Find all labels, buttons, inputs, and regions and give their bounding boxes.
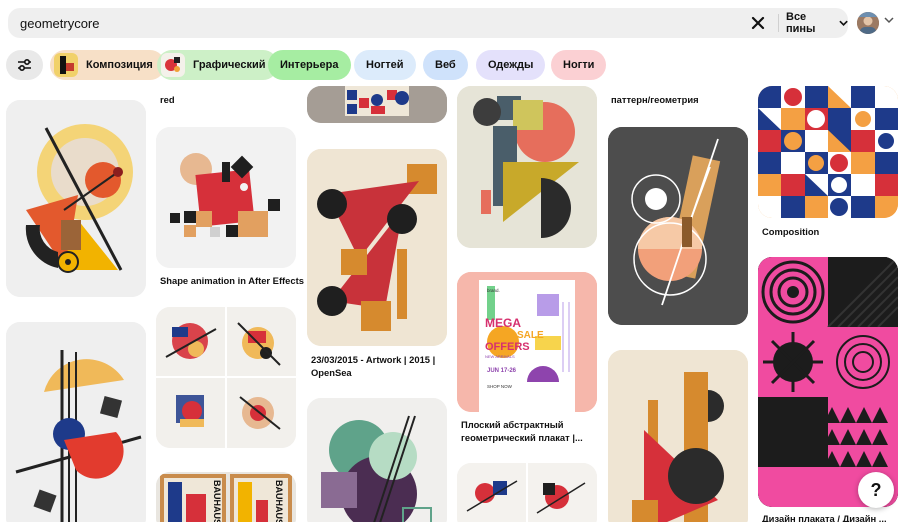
pin-card[interactable] bbox=[758, 86, 898, 218]
poster-sub: NEW ARRIVALS bbox=[485, 354, 515, 359]
filter-settings-button[interactable] bbox=[6, 50, 43, 80]
pin-image bbox=[6, 100, 146, 297]
chip-nails[interactable]: Ногтей bbox=[354, 50, 416, 80]
poster-line1: MEGA bbox=[485, 316, 521, 330]
chip-thumbnail bbox=[161, 53, 185, 77]
pin-card[interactable] bbox=[156, 307, 296, 448]
pin-image bbox=[307, 149, 447, 346]
pin-image bbox=[307, 398, 447, 522]
chip-thumbnail bbox=[54, 53, 78, 77]
search-bar[interactable]: Все пины bbox=[8, 8, 848, 38]
pin-image bbox=[307, 86, 447, 123]
search-input[interactable] bbox=[8, 8, 738, 38]
bauhaus-text: BAUHAUS bbox=[212, 480, 222, 522]
poster-shop: SHOP NOW bbox=[487, 384, 513, 389]
chip-nails-2[interactable]: Ногти bbox=[551, 50, 607, 80]
pin-card[interactable] bbox=[6, 100, 146, 297]
chevron-down-icon bbox=[839, 20, 848, 26]
chip-label: Графический bbox=[193, 59, 266, 71]
chip-label: Композиция bbox=[86, 59, 153, 71]
pin-card[interactable] bbox=[307, 398, 447, 522]
avatar[interactable] bbox=[857, 12, 879, 34]
pin-image: brand. MEGA SALE OFFERS NEW ARRIVALS JUN… bbox=[457, 272, 597, 412]
pin-image bbox=[608, 127, 748, 325]
help-label: ? bbox=[870, 479, 882, 500]
chip-label: Ногти bbox=[563, 59, 595, 71]
pin-card[interactable] bbox=[156, 127, 296, 268]
divider bbox=[778, 14, 779, 32]
pin-card[interactable] bbox=[457, 463, 597, 522]
chip-interior[interactable]: Интерьера bbox=[268, 50, 351, 80]
pin-caption: red bbox=[160, 94, 175, 105]
poster-line3: OFFERS bbox=[485, 341, 530, 353]
clear-icon[interactable] bbox=[750, 15, 766, 31]
pin-caption: 23/03/2015 - Artwork | 2015 | OpenSea bbox=[311, 354, 436, 378]
pin-image bbox=[6, 322, 146, 522]
sliders-icon bbox=[18, 59, 31, 72]
chip-clothing[interactable]: Одежды bbox=[476, 50, 546, 80]
pin-caption: Плоский абстрактный геометрический плака… bbox=[461, 419, 583, 443]
pin-filter-label: Все пины bbox=[786, 11, 816, 35]
chip-web[interactable]: Веб bbox=[423, 50, 468, 80]
chip-label: Одежды bbox=[488, 59, 534, 71]
pin-card[interactable] bbox=[608, 127, 748, 325]
pin-card[interactable] bbox=[307, 86, 447, 123]
chip-graphic[interactable]: Графический bbox=[157, 50, 278, 80]
pin-caption: паттерн/геометрия bbox=[611, 94, 699, 105]
pin-card[interactable] bbox=[457, 86, 597, 248]
pin-image bbox=[758, 86, 898, 218]
help-button[interactable]: ? bbox=[858, 472, 894, 508]
pin-filter-dropdown[interactable]: Все пины bbox=[786, 8, 848, 38]
chip-label: Интерьера bbox=[280, 59, 339, 71]
poster-line2: SALE bbox=[517, 330, 544, 341]
pin-card[interactable] bbox=[6, 322, 146, 522]
pin-card[interactable] bbox=[307, 149, 447, 346]
poster-date: JUN 17-26 bbox=[487, 368, 517, 374]
account-chevron-icon[interactable] bbox=[884, 17, 894, 24]
pin-image bbox=[457, 463, 597, 522]
pin-image: BAUHAUS BAUHAUS bbox=[156, 472, 296, 522]
pin-caption: Composition bbox=[762, 226, 820, 237]
pin-image bbox=[156, 127, 296, 268]
pin-caption: Дизайн плаката / Дизайн ... bbox=[762, 513, 887, 522]
pin-card[interactable] bbox=[608, 350, 748, 522]
pin-image bbox=[457, 86, 597, 248]
pin-image bbox=[758, 257, 898, 507]
pin-card[interactable] bbox=[758, 257, 898, 507]
chip-label: Ногтей bbox=[366, 59, 404, 71]
chip-label: Веб bbox=[435, 59, 456, 71]
pin-image bbox=[608, 350, 748, 522]
pin-image bbox=[156, 307, 296, 448]
pin-card[interactable]: brand. MEGA SALE OFFERS NEW ARRIVALS JUN… bbox=[457, 272, 597, 412]
chip-composition[interactable]: Композиция bbox=[50, 50, 165, 80]
bauhaus-text: BAUHAUS bbox=[274, 480, 284, 522]
pin-card[interactable]: BAUHAUS BAUHAUS bbox=[156, 472, 296, 522]
poster-brand: brand. bbox=[487, 288, 500, 293]
pin-caption: Shape animation in After Effects bbox=[160, 275, 304, 286]
